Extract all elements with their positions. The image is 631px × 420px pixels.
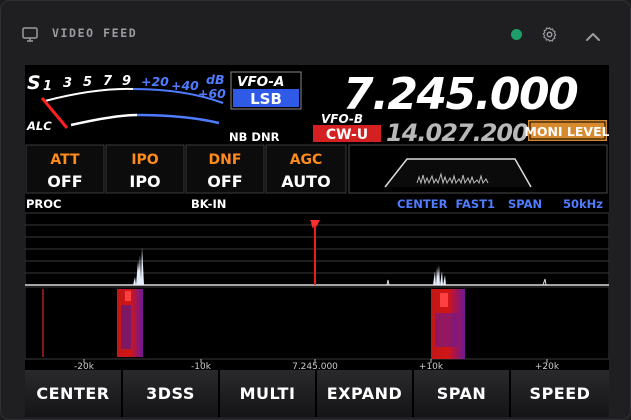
speed-softkey[interactable]: SPEED [511,370,609,417]
panel-title: VIDEO FEED [52,26,138,40]
att-value: OFF [47,172,82,191]
agc-value: AUTO [281,172,330,191]
moni-level-label: MONI LEVEL [524,124,609,139]
att-label: ATT [50,152,80,168]
radio-display: S 1 3 5 7 9 +20 +40 +60 dB ALC VFO-A LSB… [25,65,609,417]
vfo-b-label: VFO-B [321,112,363,126]
meter-s-label: S [27,72,41,94]
span-value: 50kHz [563,197,603,211]
vfo-a-mode: LSB [250,90,282,108]
center-softkey[interactable]: CENTER [25,370,123,417]
vfo-a-label: VFO-A [237,74,284,90]
vfo-a[interactable]: VFO-A LSB [230,71,302,110]
s-meter: S 1 3 5 7 9 +20 +40 +60 dB ALC [26,72,226,133]
span-softkey[interactable]: SPAN [414,370,511,417]
nb-dnr-flags: NB DNR [229,130,280,144]
ipo-label: IPO [131,152,158,168]
expand-softkey[interactable]: EXPAND [317,370,414,417]
proc-indicator: PROC [26,197,62,211]
radio-screen: S 1 3 5 7 9 +20 +40 +60 dB ALC VFO-A LSB… [25,69,609,370]
axis-label-plus20k: +20k [535,362,560,370]
multi-softkey[interactable]: MULTI [220,370,317,417]
chevron-up-icon[interactable] [585,28,601,47]
function-dnf[interactable]: DNF OFF [185,144,265,194]
meter-scale-5: 5 [83,75,92,90]
bk-in-indicator: BK-IN [191,197,226,211]
3dss-softkey[interactable]: 3DSS [123,370,220,417]
span-label: SPAN [508,197,542,211]
meter-scale-3: 3 [63,76,72,91]
function-att[interactable]: ATT OFF [25,144,105,194]
agc-label: AGC [290,152,323,168]
meter-scale-1: 1 [43,79,52,94]
scope-mode: CENTER FAST1 [397,197,495,211]
status-indicator [511,29,522,40]
axis-label-center: 7.245.000 [292,362,338,370]
meter-alc-label: ALC [26,119,52,133]
meter-scale-9: 9 [122,74,131,89]
function-agc[interactable]: AGC AUTO [265,144,347,194]
function-ipo[interactable]: IPO IPO [105,144,185,194]
axis-label-plus10k: +10k [419,362,444,370]
mini-scope [348,144,608,194]
waterfall[interactable] [25,286,609,360]
axis-label-minus10k: -10k [191,362,212,370]
panel-header: VIDEO FEED [1,1,630,65]
spectrum-scope[interactable] [25,212,609,286]
vfo-b-frequency: 14.027.200 [386,119,528,147]
meter-scale-7: 7 [103,74,113,89]
moni-level-indicator[interactable]: MONI LEVEL [524,120,609,141]
monitor-icon [22,27,38,46]
axis-label-minus20k: -20k [74,362,95,370]
gear-icon[interactable] [541,26,558,47]
ipo-value: IPO [129,172,160,191]
vfo-b-mode: CW-U [326,127,368,143]
meter-scale-plus20: +20 [141,74,169,89]
meter-db-label: dB [206,72,224,87]
dnf-value: OFF [207,172,242,191]
vfo-a-frequency: 7.245.000 [343,69,578,120]
video-feed-panel: VIDEO FEED S 1 3 5 7 9 +20 +40 +60 dB AL… [0,0,631,420]
dnf-label: DNF [209,152,242,168]
